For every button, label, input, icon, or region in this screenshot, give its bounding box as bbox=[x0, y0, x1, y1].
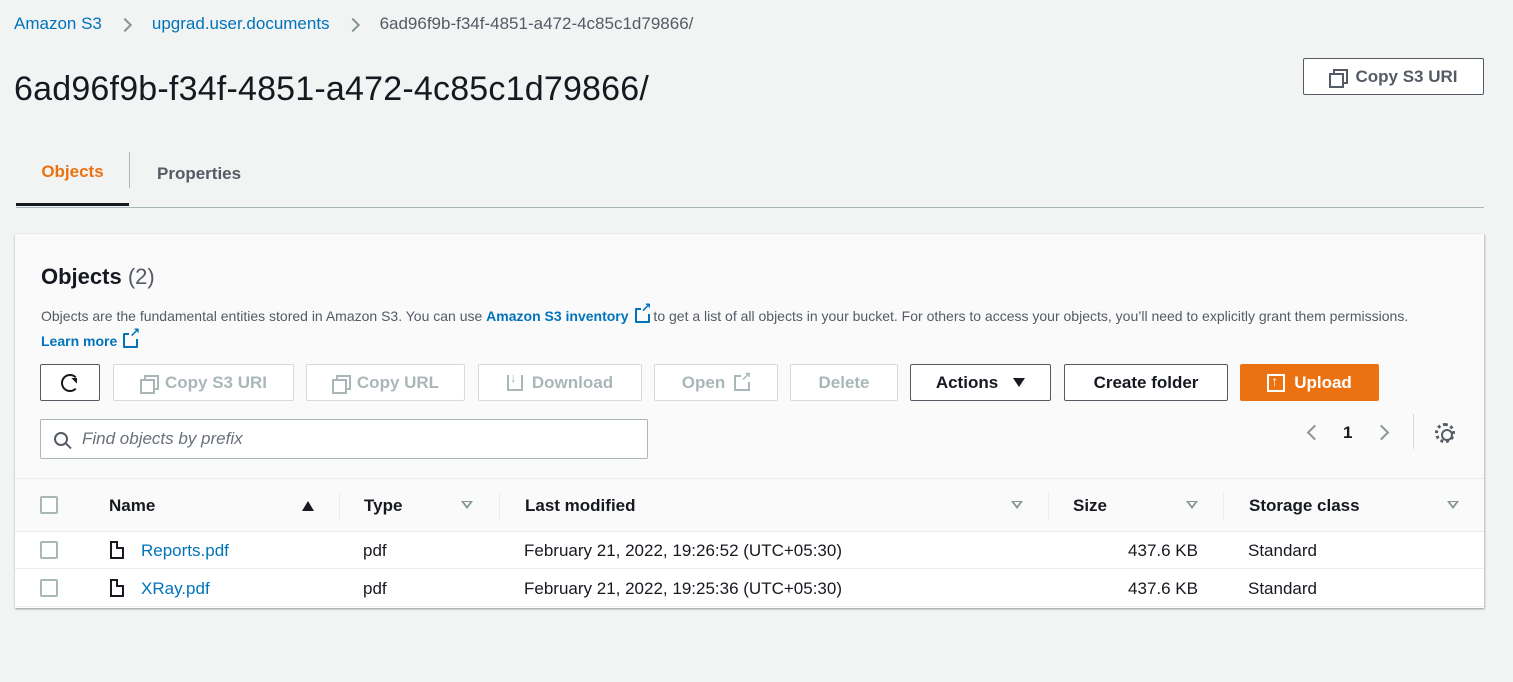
object-type: pdf bbox=[363, 578, 387, 598]
description-part2: to get a list of all objects in your buc… bbox=[649, 308, 1409, 324]
objects-heading: Objects (2) bbox=[41, 264, 155, 290]
gear-icon[interactable] bbox=[1435, 423, 1455, 443]
chevron-right-icon[interactable] bbox=[1374, 424, 1390, 441]
object-last-modified: February 21, 2022, 19:26:52 (UTC+05:30) bbox=[524, 540, 842, 560]
tabs: Objects Properties bbox=[16, 140, 1484, 208]
tab-divider bbox=[129, 152, 130, 188]
page-number[interactable]: 1 bbox=[1343, 423, 1352, 443]
object-last-modified: February 21, 2022, 19:25:36 (UTC+05:30) bbox=[524, 578, 842, 598]
copy-s3-uri-toolbar-label: Copy S3 URI bbox=[164, 372, 268, 392]
delete-label: Delete bbox=[818, 372, 870, 392]
table-row[interactable]: Reports.pdf pdf February 21, 2022, 19:26… bbox=[15, 532, 1484, 569]
pagination: 1 bbox=[1303, 420, 1390, 445]
table-header: Name Type Last modified Size Storage cla… bbox=[15, 478, 1484, 532]
objects-panel-header: Objects (2) Objects are the fundamental … bbox=[15, 234, 1484, 478]
sort-icon[interactable] bbox=[1447, 501, 1459, 509]
page-title: 6ad96f9b-f34f-4851-a472-4c85c1d79866/ bbox=[14, 70, 650, 108]
object-size: 437.6 KB bbox=[1128, 578, 1198, 598]
column-size[interactable]: Size bbox=[1073, 479, 1107, 533]
create-folder-label: Create folder bbox=[1093, 372, 1199, 392]
column-name[interactable]: Name bbox=[109, 479, 155, 533]
tab-objects[interactable]: Objects bbox=[16, 140, 129, 206]
column-last-modified[interactable]: Last modified bbox=[525, 479, 636, 533]
sort-ascending-icon[interactable] bbox=[302, 501, 314, 511]
create-folder-button[interactable]: Create folder bbox=[1064, 364, 1228, 401]
copy-s3-uri-label: Copy S3 URI bbox=[1355, 66, 1458, 86]
copy-icon bbox=[139, 374, 159, 394]
external-link-icon bbox=[734, 370, 752, 391]
object-type: pdf bbox=[363, 540, 387, 560]
object-name-link[interactable]: Reports.pdf bbox=[141, 532, 229, 569]
learn-more-label: Learn more bbox=[41, 333, 118, 349]
tab-properties[interactable]: Properties bbox=[157, 140, 241, 207]
sort-icon[interactable] bbox=[1011, 501, 1023, 509]
learn-more-link[interactable]: Learn more bbox=[41, 327, 141, 349]
select-all-checkbox[interactable] bbox=[40, 496, 58, 514]
column-divider bbox=[1223, 493, 1224, 521]
copy-s3-uri-toolbar-button[interactable]: Copy S3 URI bbox=[113, 364, 294, 401]
copy-url-label: Copy URL bbox=[356, 372, 440, 392]
sort-icon[interactable] bbox=[461, 501, 473, 509]
file-icon bbox=[110, 579, 124, 597]
breadcrumb-amazon-s3[interactable]: Amazon S3 bbox=[14, 14, 102, 34]
actions-dropdown[interactable]: Actions bbox=[910, 364, 1051, 401]
refresh-icon bbox=[61, 373, 79, 392]
column-divider bbox=[499, 493, 500, 521]
chevron-right-icon bbox=[120, 19, 130, 29]
open-label: Open bbox=[681, 372, 726, 392]
upload-icon bbox=[1267, 373, 1286, 392]
column-divider bbox=[1048, 493, 1049, 521]
search-box bbox=[40, 419, 648, 459]
objects-title: Objects bbox=[41, 264, 122, 289]
search-input[interactable] bbox=[82, 429, 622, 449]
file-icon bbox=[110, 541, 124, 559]
copy-s3-uri-button[interactable]: Copy S3 URI bbox=[1303, 58, 1484, 95]
objects-count: (2) bbox=[127, 264, 155, 289]
pagination-divider bbox=[1413, 414, 1414, 449]
download-icon bbox=[506, 370, 523, 391]
copy-icon bbox=[1329, 68, 1349, 88]
column-divider bbox=[339, 493, 340, 521]
open-button[interactable]: Open bbox=[654, 364, 778, 401]
actions-label: Actions bbox=[935, 372, 999, 392]
objects-description: Objects are the fundamental entities sto… bbox=[41, 302, 1441, 354]
description-part1: Objects are the fundamental entities sto… bbox=[41, 308, 487, 324]
s3-inventory-link[interactable]: Amazon S3 inventory bbox=[486, 302, 652, 324]
object-name-link[interactable]: XRay.pdf bbox=[141, 570, 210, 607]
delete-button[interactable]: Delete bbox=[790, 364, 898, 401]
download-button[interactable]: Download bbox=[478, 364, 642, 401]
table-row[interactable]: XRay.pdf pdf February 21, 2022, 19:25:36… bbox=[15, 570, 1484, 607]
breadcrumb-current: 6ad96f9b-f34f-4851-a472-4c85c1d79866/ bbox=[379, 14, 694, 33]
upload-button[interactable]: Upload bbox=[1240, 364, 1379, 401]
external-link-icon bbox=[123, 327, 141, 348]
objects-panel: Objects (2) Objects are the fundamental … bbox=[15, 234, 1484, 608]
copy-icon bbox=[331, 374, 351, 394]
breadcrumb-bucket[interactable]: upgrad.user.documents bbox=[152, 14, 330, 34]
caret-down-icon bbox=[1013, 378, 1026, 387]
object-size: 437.6 KB bbox=[1128, 540, 1198, 560]
chevron-left-icon[interactable] bbox=[1306, 424, 1323, 441]
external-link-icon bbox=[634, 302, 652, 323]
s3-inventory-link-label: Amazon S3 inventory bbox=[486, 308, 629, 324]
copy-url-button[interactable]: Copy URL bbox=[306, 364, 465, 401]
refresh-button[interactable] bbox=[40, 364, 100, 401]
column-type[interactable]: Type bbox=[364, 479, 402, 533]
object-storage-class: Standard bbox=[1248, 540, 1317, 560]
search-icon bbox=[54, 432, 68, 446]
breadcrumb: Amazon S3 upgrad.user.documents 6ad96f9b… bbox=[14, 14, 693, 34]
upload-label: Upload bbox=[1294, 372, 1352, 392]
row-checkbox[interactable] bbox=[40, 579, 58, 597]
column-storage-class[interactable]: Storage class bbox=[1249, 479, 1360, 533]
row-checkbox[interactable] bbox=[40, 541, 58, 559]
object-storage-class: Standard bbox=[1248, 578, 1317, 598]
sort-icon[interactable] bbox=[1186, 501, 1198, 509]
chevron-right-icon bbox=[348, 19, 358, 29]
download-label: Download bbox=[531, 372, 614, 392]
